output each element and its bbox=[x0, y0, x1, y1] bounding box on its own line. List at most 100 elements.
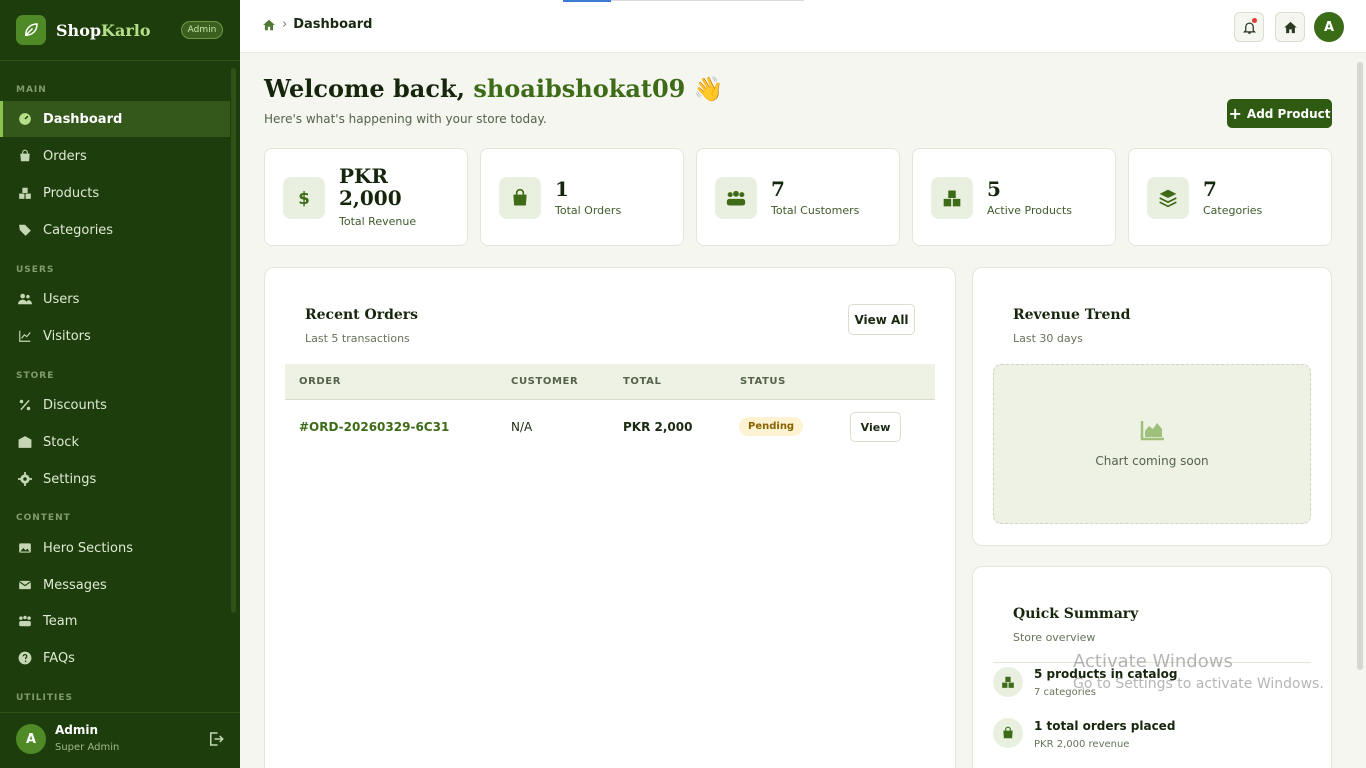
stat-card-products: 5 Active Products bbox=[912, 148, 1116, 246]
view-order-button[interactable]: View bbox=[850, 412, 901, 442]
stat-card-customers: 7 Total Customers bbox=[696, 148, 900, 246]
card-subtitle: Last 5 transactions bbox=[305, 332, 410, 345]
sidebar-item-discounts[interactable]: Discounts bbox=[0, 387, 230, 423]
brand-name: ShopKarlo bbox=[56, 20, 151, 40]
wave-emoji: 👋 bbox=[693, 74, 724, 103]
breadcrumb: › Dashboard bbox=[262, 17, 373, 32]
logout-icon[interactable] bbox=[207, 730, 225, 748]
stat-card-revenue: $ PKR 2,000 Total Revenue bbox=[264, 148, 468, 246]
sidebar-item-team[interactable]: Team bbox=[0, 603, 230, 639]
activation-watermark-sub: Go to Settings to activate Windows. bbox=[1073, 676, 1324, 692]
sidebar-footer: A Admin Super Admin bbox=[0, 712, 240, 768]
sidebar-item-label: Categories bbox=[43, 222, 114, 238]
team-icon bbox=[19, 615, 31, 627]
stat-value: 7 bbox=[771, 177, 785, 201]
sidebar-item-label: Hero Sections bbox=[43, 540, 133, 556]
sidebar-item-products[interactable]: Products bbox=[0, 175, 230, 211]
card-title: Revenue Trend bbox=[1013, 307, 1131, 323]
sidebar-item-users[interactable]: Users bbox=[0, 281, 230, 317]
layers-icon bbox=[1147, 177, 1189, 219]
tag-icon bbox=[19, 224, 31, 236]
stat-label: Total Revenue bbox=[339, 215, 417, 228]
card-title: Recent Orders bbox=[305, 307, 419, 323]
stat-value: 5 bbox=[987, 177, 1001, 201]
gear-icon bbox=[18, 472, 32, 486]
add-product-button[interactable]: + Add Product bbox=[1227, 99, 1332, 128]
view-all-button[interactable]: View All bbox=[848, 304, 915, 335]
sidebar-item-label: FAQs bbox=[43, 650, 75, 666]
order-id-link[interactable]: #ORD-20260329-6C31 bbox=[299, 420, 449, 434]
sidebar-item-orders[interactable]: Orders bbox=[0, 138, 230, 174]
boxes-icon bbox=[19, 187, 31, 199]
stat-label: Total Customers bbox=[771, 204, 860, 217]
chart-line-icon bbox=[19, 330, 31, 342]
notifications-button[interactable] bbox=[1234, 12, 1264, 42]
home-icon bbox=[1283, 21, 1297, 33]
sidebar-scrollbar[interactable] bbox=[231, 68, 236, 613]
breadcrumb-current: Dashboard bbox=[293, 17, 373, 32]
summary-title: 1 total orders placed bbox=[1034, 719, 1176, 733]
sidebar-item-messages[interactable]: Messages bbox=[0, 567, 230, 603]
section-users: USERS bbox=[16, 265, 55, 275]
brand[interactable]: ShopKarlo bbox=[16, 14, 151, 46]
avatar[interactable]: A bbox=[16, 724, 46, 754]
section-content: CONTENT bbox=[16, 513, 71, 523]
stat-value: 1 bbox=[555, 177, 569, 201]
summary-subtitle: PKR 2,000 revenue bbox=[1034, 739, 1130, 750]
boxes-icon bbox=[931, 177, 973, 219]
section-utilities: UTILITIES bbox=[16, 693, 73, 703]
home-button[interactable] bbox=[1275, 12, 1305, 42]
sidebar-item-label: Settings bbox=[43, 471, 97, 487]
column-header: CUSTOMER bbox=[511, 376, 579, 387]
envelope-icon bbox=[18, 580, 32, 590]
sidebar-item-faqs[interactable]: FAQs bbox=[0, 640, 230, 676]
dollar-icon: $ bbox=[283, 177, 325, 219]
stat-label: Categories bbox=[1203, 204, 1263, 217]
table-row: #ORD-20260329-6C31 N/A PKR 2,000 Pending… bbox=[285, 401, 935, 453]
page-subtitle: Here's what's happening with your store … bbox=[264, 112, 547, 126]
column-header: ORDER bbox=[299, 376, 342, 387]
sidebar-item-dashboard[interactable]: Dashboard bbox=[0, 101, 230, 137]
card-title: Quick Summary bbox=[1013, 606, 1139, 622]
sidebar-item-label: Orders bbox=[43, 148, 87, 164]
image-icon bbox=[19, 543, 31, 553]
chart-placeholder-text: Chart coming soon bbox=[1095, 454, 1209, 468]
total-cell: PKR 2,000 bbox=[623, 420, 693, 434]
home-icon[interactable] bbox=[262, 18, 276, 32]
customer-cell: N/A bbox=[511, 420, 533, 434]
plus-icon: + bbox=[1228, 104, 1242, 123]
activation-watermark: Activate Windows bbox=[1073, 651, 1233, 672]
stat-value: PKR 2,000 bbox=[339, 164, 402, 210]
warehouse-icon bbox=[18, 436, 32, 448]
sidebar-item-label: Users bbox=[43, 291, 80, 307]
area-chart-icon bbox=[1140, 421, 1164, 441]
page-title: Welcome back, shoaibshokat09 👋 bbox=[264, 74, 724, 103]
bag-icon bbox=[20, 149, 30, 162]
recent-orders-card: Recent Orders Last 5 transactions View A… bbox=[264, 267, 956, 768]
loading-track bbox=[611, 0, 804, 1]
chart-placeholder: Chart coming soon bbox=[993, 364, 1311, 524]
admin-badge: Admin bbox=[181, 21, 223, 39]
sidebar-item-hero-sections[interactable]: Hero Sections bbox=[0, 530, 230, 566]
users-icon bbox=[18, 293, 32, 305]
avatar[interactable]: A bbox=[1314, 12, 1344, 42]
stat-card-categories: 7 Categories bbox=[1128, 148, 1332, 246]
page-scrollbar[interactable] bbox=[1357, 62, 1363, 670]
sidebar-item-label: Dashboard bbox=[43, 111, 123, 127]
stat-label: Active Products bbox=[987, 204, 1073, 217]
loading-bar bbox=[563, 0, 611, 2]
sidebar-item-categories[interactable]: Categories bbox=[0, 212, 230, 248]
sidebar-divider bbox=[0, 60, 240, 61]
notification-dot bbox=[1252, 18, 1257, 23]
svg-text:$: $ bbox=[298, 189, 310, 208]
sidebar-item-visitors[interactable]: Visitors bbox=[0, 318, 230, 354]
section-main: MAIN bbox=[16, 85, 47, 95]
user-role: Super Admin bbox=[55, 742, 120, 753]
sidebar-item-stock[interactable]: Stock bbox=[0, 424, 230, 460]
card-subtitle: Store overview bbox=[1013, 631, 1096, 644]
revenue-trend-card: Revenue Trend Last 30 days Chart coming … bbox=[972, 267, 1332, 546]
card-subtitle: Last 30 days bbox=[1013, 332, 1083, 345]
table-header: ORDER CUSTOMER TOTAL STATUS bbox=[285, 364, 935, 400]
percent-icon bbox=[19, 399, 31, 411]
sidebar-item-settings[interactable]: Settings bbox=[0, 461, 230, 497]
